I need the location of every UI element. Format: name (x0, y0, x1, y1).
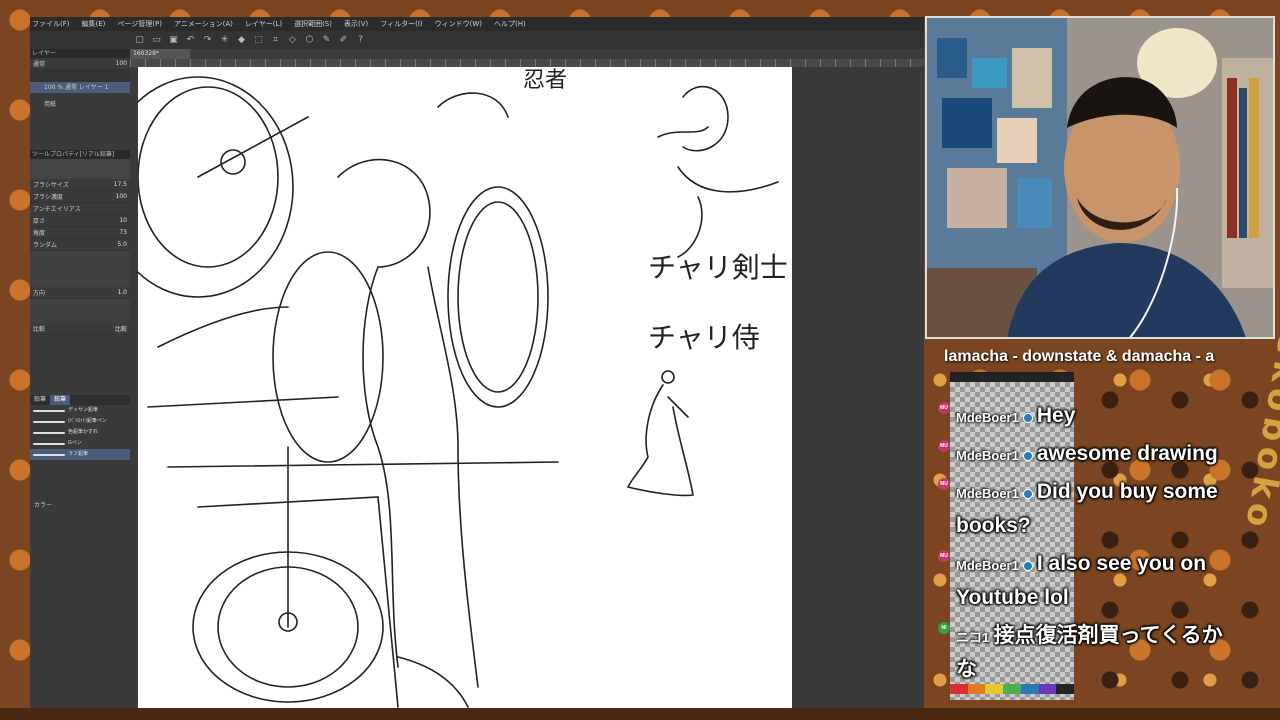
chat-message: NI ニコ1 接点復活剤買ってくるかな (938, 620, 1238, 688)
menu-selection[interactable]: 選択範囲(S) (294, 17, 332, 31)
open-icon[interactable]: ▭ (151, 35, 162, 46)
chat-badge: NI (938, 622, 950, 634)
prop-brush-size[interactable]: ブラシサイズ 17.5 (30, 179, 130, 191)
save-icon[interactable]: ▣ (168, 35, 179, 46)
chat-badge: MU (938, 478, 950, 490)
brush-preview (30, 159, 130, 179)
chat-username: MdeBoer1 (956, 486, 1019, 501)
chat-message: MU MdeBoer1 awesome drawing (938, 438, 1238, 472)
help-icon[interactable]: ? (355, 35, 366, 46)
menu-page[interactable]: ページ管理(P) (117, 17, 162, 31)
chat-username: MdeBoer1 (956, 448, 1019, 463)
prop-thickness[interactable]: 厚さ 10 (30, 215, 130, 227)
drawing-canvas[interactable]: 忍者 チャリ剣士 チャリ侍 (138, 67, 792, 708)
sketch-drawing: 忍者 チャリ剣士 チャリ侍 (138, 68, 788, 708)
layer-tools-row (30, 70, 130, 82)
stroke-options[interactable] (30, 299, 130, 323)
blend-mode-select[interactable]: 通常 (33, 59, 45, 68)
user-icon (1022, 412, 1033, 423)
chat-overlay: MU MdeBoer1 Hey MU MdeBoer1 awesome drawin… (938, 400, 1238, 700)
transform-icon[interactable]: ⬚ (253, 35, 264, 46)
left-panel: レイヤー 通常 100 100 % 通常 レイヤー 1 用紙 ツールプロパティ[… (30, 49, 130, 708)
chat-text: Hey (1036, 404, 1076, 427)
user-icon (1022, 450, 1033, 461)
stream-frame-bottom (0, 708, 1280, 720)
menu-view[interactable]: 表示(V) (344, 17, 368, 31)
brush-item-2[interactable]: (ﾊﾟｲﾛｯﾄ)鉛筆ペン (30, 416, 130, 427)
texture-grid[interactable] (30, 251, 130, 287)
chat-badge: MU (938, 402, 950, 414)
layer-opacity-value[interactable]: 100 (116, 60, 127, 67)
user-icon (1022, 560, 1033, 571)
menu-bar: ファイル(F) 編集(E) ページ管理(P) アニメーション(A) レイヤー(L… (30, 17, 924, 31)
layer-item-paper[interactable]: 用紙 (30, 99, 130, 110)
prop-random[interactable]: ランダム 5.0 (30, 239, 130, 251)
now-playing-text: lamacha - downstate & damacha - a (944, 348, 1215, 365)
select-icon[interactable]: ◇ (287, 35, 298, 46)
chat-text: 接点復活剤買ってくるかな (956, 624, 1223, 681)
command-bar: ▢ ▭ ▣ ↶ ↷ ✳ ◆ ⬚ ⌗ ◇ ⬡ ✎ ✐ ? (30, 31, 924, 49)
brush-item-1[interactable]: デッサン鉛筆 (30, 405, 130, 416)
sketch-text-chari-samurai: チャリ侍 (648, 321, 760, 354)
undo-icon[interactable]: ↶ (185, 35, 196, 46)
chat-badge: MU (938, 440, 950, 452)
prop-direction[interactable]: 方向 1.0 (30, 287, 130, 299)
user-icon (1022, 488, 1033, 499)
chat-badge: MU (938, 550, 950, 562)
tool-property-header: ツールプロパティ[リアル鉛筆] (30, 150, 130, 159)
sketch-text-ninja: 忍者 (523, 68, 567, 93)
sketch-text-chari-kenshi: チャリ剣士 (648, 251, 788, 284)
chat-username: MdeBoer1 (956, 410, 1019, 425)
subtool-tab-2[interactable]: 鉛筆 (50, 395, 71, 405)
clear-icon[interactable]: ✳ (219, 35, 230, 46)
brush-item-5[interactable]: ラフ鉛筆 (30, 449, 130, 460)
chat-message: MU MdeBoer1 Did you buy some books? (938, 476, 1238, 544)
chat-text: awesome drawing (1036, 442, 1218, 465)
layer-item-1[interactable]: 100 % 通常 レイヤー 1 (30, 82, 130, 93)
brush-item-3[interactable]: 色鉛筆かすれ (30, 427, 130, 438)
brush-item-4[interactable]: Gペン (30, 438, 130, 449)
menu-filter[interactable]: フィルター(I) (380, 17, 422, 31)
prop-antialias[interactable]: アンチエイリアス (30, 203, 130, 215)
brush-icon[interactable]: ✐ (338, 35, 349, 46)
clip-studio-window: ファイル(F) 編集(E) ページ管理(P) アニメーション(A) レイヤー(L… (30, 17, 924, 708)
chat-message: MU MdeBoer1 Hey (938, 400, 1238, 434)
chat-username: MdeBoer1 (956, 558, 1019, 573)
layer-panel-header: レイヤー (30, 49, 130, 58)
crop-icon[interactable]: ⌗ (270, 35, 281, 46)
prop-brush-density[interactable]: ブラシ濃度 100 (30, 191, 130, 203)
menu-layer[interactable]: レイヤー(L) (245, 17, 282, 31)
redo-icon[interactable]: ↷ (202, 35, 213, 46)
document-tab[interactable]: 160328* (130, 49, 190, 59)
menu-help[interactable]: ヘルプ(H) (494, 17, 526, 31)
prop-angle[interactable]: 角度 73 (30, 227, 130, 239)
menu-window[interactable]: ウィンドウ(W) (435, 17, 482, 31)
chat-username: ニコ1 (956, 630, 990, 645)
webcam-feed (925, 16, 1275, 339)
deselect-icon[interactable]: ⬡ (304, 35, 315, 46)
chat-message: MU MdeBoer1 I also see you on Youtube lol (938, 548, 1238, 616)
new-icon[interactable]: ▢ (134, 35, 145, 46)
menu-edit[interactable]: 編集(E) (82, 17, 106, 31)
fill-icon[interactable]: ◆ (236, 35, 247, 46)
canvas-ruler (130, 59, 924, 67)
webcam-image (927, 18, 1273, 337)
prop-compare[interactable]: 比較 比較 (30, 323, 130, 335)
subtool-tabs: 鉛筆 鉛筆 (30, 395, 130, 405)
canvas-area: 忍者 チャリ剣士 チャリ侍 (130, 67, 924, 708)
menu-animation[interactable]: アニメーション(A) (174, 17, 233, 31)
color-panel-label[interactable]: カラー (30, 500, 130, 509)
layer-blend-row: 通常 100 (30, 58, 130, 70)
menu-file[interactable]: ファイル(F) (32, 17, 70, 31)
subtool-tab-1[interactable]: 鉛筆 (30, 395, 50, 405)
pen-icon[interactable]: ✎ (321, 35, 332, 46)
